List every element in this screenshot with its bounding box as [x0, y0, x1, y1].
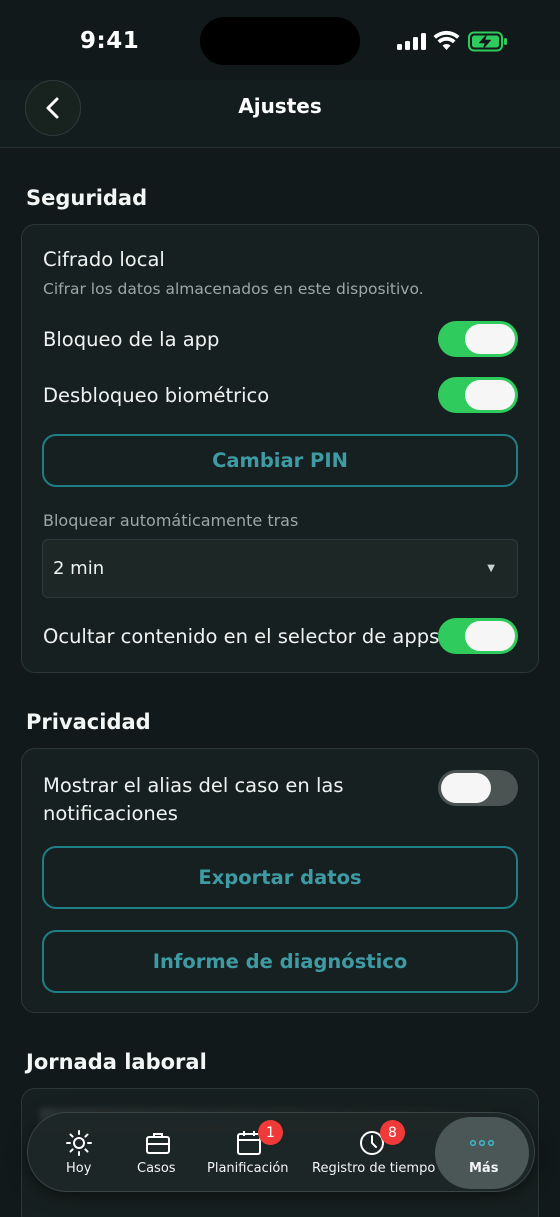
more-icon [469, 1139, 495, 1147]
tab-today[interactable]: Hoy [50, 1113, 108, 1193]
tab-cases[interactable]: Casos [128, 1113, 188, 1193]
diagnostics-report-button[interactable]: Informe de diagnóstico [42, 930, 518, 993]
app-lock-label: Bloqueo de la app [43, 328, 220, 351]
biometric-toggle[interactable] [438, 377, 518, 413]
tab-bar: Hoy Casos 1 Planificación 8 Registro de … [27, 1112, 535, 1192]
signal-icon [397, 33, 427, 50]
local-encryption-description: Cifrar los datos almacenados en este dis… [43, 280, 424, 298]
app-lock-toggle[interactable] [438, 321, 518, 357]
status-time: 9:41 [80, 28, 140, 54]
tab-planning-label: Planificación [207, 1161, 289, 1176]
dynamic-island [200, 17, 360, 65]
sun-icon [66, 1130, 92, 1156]
nav-header: Ajustes [0, 80, 560, 148]
local-encryption-label: Cifrado local [43, 248, 165, 271]
show-alias-label: Mostrar el alias del caso en las notific… [43, 774, 344, 825]
tab-time-log-label: Registro de tiempo [312, 1161, 436, 1176]
section-title-security: Seguridad [26, 186, 148, 210]
wifi-icon [433, 30, 460, 50]
autolock-label: Bloquear automáticamente tras [43, 511, 299, 530]
show-alias-toggle[interactable] [438, 770, 518, 806]
tab-cases-label: Casos [137, 1161, 176, 1176]
change-pin-button[interactable]: Cambiar PIN [42, 434, 518, 487]
time-log-badge: 8 [380, 1120, 405, 1145]
tab-more-label: Más [469, 1161, 499, 1176]
briefcase-icon [146, 1133, 170, 1154]
tab-planning[interactable]: 1 Planificación [204, 1113, 294, 1193]
section-title-privacy: Privacidad [26, 710, 151, 734]
hide-switcher-label: Ocultar contenido en el selector de apps [43, 625, 440, 648]
tab-today-label: Hoy [66, 1161, 92, 1176]
hide-switcher-toggle[interactable] [438, 618, 518, 654]
caret-down-icon: ▼ [487, 563, 495, 574]
page-title: Ajustes [238, 94, 322, 118]
status-bar: 9:41 [0, 0, 560, 80]
planning-badge: 1 [258, 1120, 283, 1145]
security-card: Cifrado local Cifrar los datos almacenad… [21, 224, 539, 673]
biometric-label: Desbloqueo biométrico [43, 384, 270, 407]
export-data-button[interactable]: Exportar datos [42, 846, 518, 909]
tab-time-log[interactable]: 8 Registro de tiempo [310, 1113, 436, 1193]
section-title-work: Jornada laboral [26, 1050, 207, 1074]
autolock-select[interactable]: 2 min ▼ [42, 539, 518, 598]
battery-charging-icon [468, 31, 507, 52]
privacy-card: Mostrar el alias del caso en las notific… [21, 748, 539, 1013]
tab-more[interactable]: Más [435, 1117, 529, 1189]
autolock-value: 2 min [53, 558, 105, 579]
